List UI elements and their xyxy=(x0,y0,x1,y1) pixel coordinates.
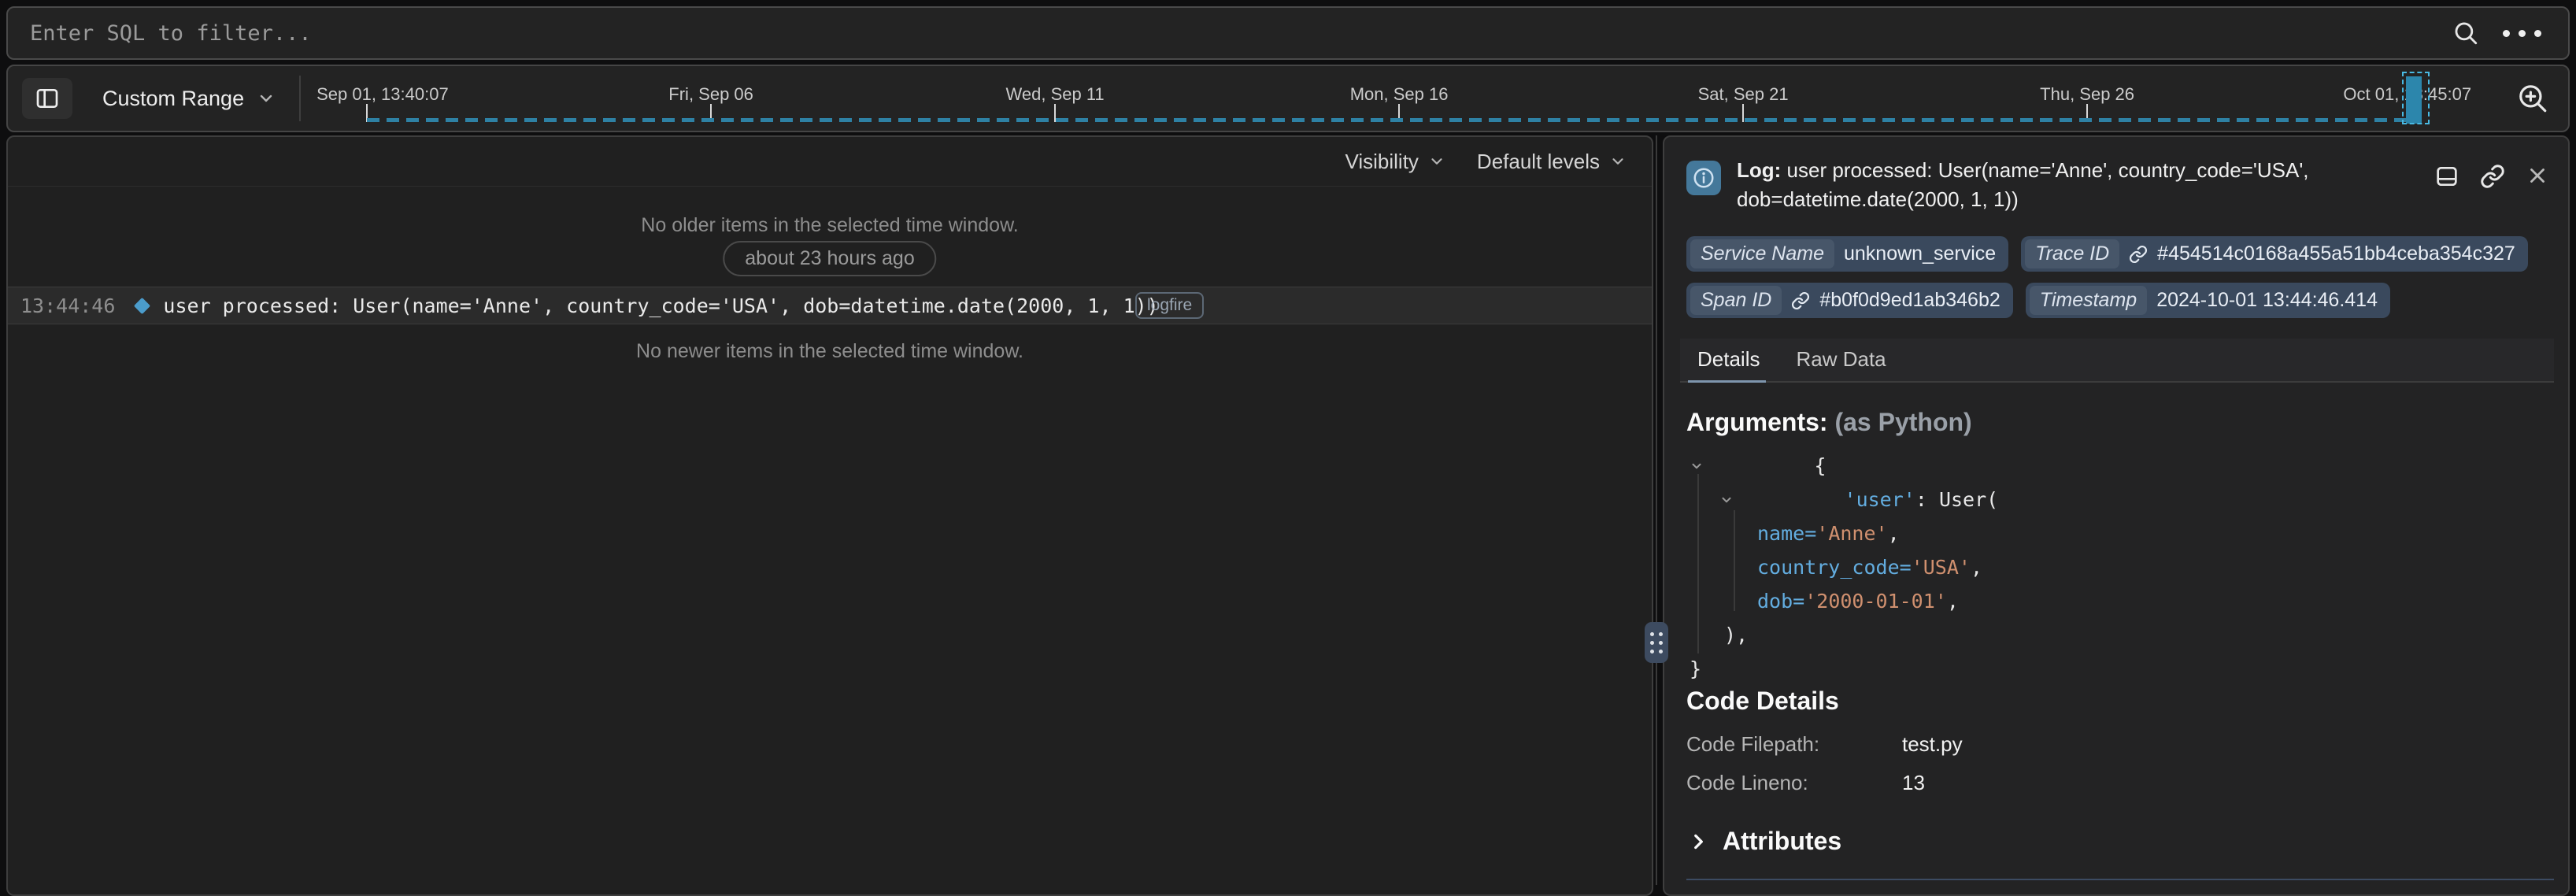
code-token: : xyxy=(1915,488,1939,511)
section-divider xyxy=(1686,879,2554,880)
sql-filter-input[interactable] xyxy=(8,21,2452,46)
code-key: dob= xyxy=(1757,590,1804,613)
no-older-items-note: No older items in the selected time wind… xyxy=(8,214,1652,237)
chevron-right-icon xyxy=(1688,831,1708,852)
badge-value: #454514c0168a455a51bb4ceba354c327 xyxy=(2157,243,2515,265)
timestamp-badge[interactable]: Timestamp 2024-10-01 13:44:46.414 xyxy=(2026,283,2390,318)
visibility-label: Visibility xyxy=(1345,150,1418,174)
log-list-panel: Visibility Default levels No older items… xyxy=(6,135,1653,896)
sidebar-toggle-button[interactable] xyxy=(22,78,72,119)
code-lineno-label: Code Lineno: xyxy=(1686,771,1902,795)
arguments-subheading: (as Python) xyxy=(1834,408,1971,436)
service-name-badge[interactable]: Service Name unknown_service xyxy=(1686,236,2008,272)
log-timestamp: 13:44:46 xyxy=(20,294,115,317)
log-tag-chip[interactable]: logfire xyxy=(1135,292,1204,319)
code-filepath-label: Code Filepath: xyxy=(1686,732,1902,757)
splitter-line xyxy=(1656,135,1657,885)
default-levels-dropdown[interactable]: Default levels xyxy=(1477,150,1627,174)
timeline-tick-label: Fri, Sep 06 xyxy=(668,84,753,105)
zoom-in-icon[interactable] xyxy=(2516,82,2549,115)
chevron-down-icon xyxy=(1428,153,1445,170)
badge-value: #b0f0d9ed1ab346b2 xyxy=(1819,289,2000,312)
panel-splitter[interactable] xyxy=(1650,135,1663,885)
detail-title: Log: user processed: User(name='Anne', c… xyxy=(1737,156,2430,214)
close-icon[interactable] xyxy=(2526,164,2549,214)
code-details-heading: Code Details xyxy=(1686,687,1839,716)
dock-panel-icon[interactable] xyxy=(2434,164,2459,214)
badge-label: Timestamp xyxy=(2030,286,2147,315)
timeline-histogram-baseline xyxy=(367,118,2422,122)
timeline-tick-label: Mon, Sep 16 xyxy=(1350,84,1449,105)
log-level-diamond-icon xyxy=(134,297,150,313)
timeline-bar: Custom Range Sep 01, 13:40:07 Fri, Sep 0… xyxy=(6,65,2570,132)
code-string: '2000-01-01' xyxy=(1804,590,1947,613)
badge-label: Service Name xyxy=(1690,239,1834,268)
log-list-toolbar: Visibility Default levels xyxy=(8,137,1652,187)
more-options-icon[interactable] xyxy=(2503,30,2541,37)
copy-link-icon[interactable] xyxy=(2480,164,2505,214)
sql-filter-bar xyxy=(6,6,2570,60)
code-string: 'USA' xyxy=(1912,556,1971,579)
timeline-tick-label: Wed, Sep 11 xyxy=(1006,84,1105,105)
detail-tabs: Details Raw Data xyxy=(1680,339,2554,383)
badge-label: Span ID xyxy=(1690,286,1782,315)
span-id-badge[interactable]: Span ID #b0f0d9ed1ab346b2 xyxy=(1686,283,2013,318)
timeline-start-label: Sep 01, 13:40:07 xyxy=(316,84,449,105)
timeline-selection-outline xyxy=(2402,72,2430,124)
attributes-section-toggle[interactable]: Attributes xyxy=(1688,827,1841,856)
detail-title-prefix: Log: xyxy=(1737,158,1781,182)
timeline-tick-label: Thu, Sep 26 xyxy=(2040,84,2134,105)
chevron-down-icon xyxy=(257,89,276,108)
code-key: name= xyxy=(1757,522,1816,545)
log-row[interactable]: 13:44:46 user processed: User(name='Anne… xyxy=(8,287,1652,324)
log-message: user processed: User(name='Anne', countr… xyxy=(163,294,1158,317)
info-icon xyxy=(1686,161,1721,195)
code-string: 'Anne' xyxy=(1816,522,1887,545)
no-newer-items-note: No newer items in the selected time wind… xyxy=(8,340,1652,363)
time-range-label: Custom Range xyxy=(102,87,244,111)
span-detail-panel: Log: user processed: User(name='Anne', c… xyxy=(1663,135,2570,896)
splitter-drag-handle[interactable] xyxy=(1645,622,1668,663)
trace-id-badge[interactable]: Trace ID #454514c0168a455a51bb4ceba354c3… xyxy=(2021,236,2528,272)
code-key: 'user' xyxy=(1845,488,1915,511)
chevron-down-icon xyxy=(1609,153,1627,170)
code-token: ), xyxy=(1724,624,1748,646)
time-range-selector[interactable]: Custom Range xyxy=(102,87,276,111)
timeline-tick-label: Sat, Sep 21 xyxy=(1698,84,1789,105)
default-levels-label: Default levels xyxy=(1477,150,1600,174)
relative-time-pill[interactable]: about 23 hours ago xyxy=(723,241,936,276)
badge-label: Trace ID xyxy=(2025,239,2119,268)
code-token: , xyxy=(1971,556,1982,579)
badge-value: unknown_service xyxy=(1844,243,1996,265)
link-icon[interactable] xyxy=(2129,245,2148,264)
code-lineno-value: 13 xyxy=(1902,771,1963,795)
search-icon[interactable] xyxy=(2452,20,2479,46)
detail-title-text: user processed: User(name='Anne', countr… xyxy=(1737,158,2309,211)
tab-details[interactable]: Details xyxy=(1697,347,1760,381)
badge-value: 2024-10-01 13:44:46.414 xyxy=(2156,289,2378,312)
code-token: , xyxy=(1947,590,1959,613)
attributes-heading: Attributes xyxy=(1723,827,1841,856)
link-icon[interactable] xyxy=(1791,291,1810,310)
tab-raw-data[interactable]: Raw Data xyxy=(1796,347,1886,381)
detail-header: Log: user processed: User(name='Anne', c… xyxy=(1686,156,2549,214)
code-token: , xyxy=(1888,522,1900,545)
code-details-table: Code Filepath: test.py Code Lineno: 13 xyxy=(1686,732,1963,795)
code-key: country_code= xyxy=(1757,556,1912,579)
panel-left-icon xyxy=(35,86,60,111)
visibility-dropdown[interactable]: Visibility xyxy=(1345,150,1445,174)
code-token: User( xyxy=(1939,488,1998,511)
arguments-code-tree: { 'user': User( name='Anne', country_cod… xyxy=(1686,449,2549,686)
metadata-badges: Service Name unknown_service Trace ID #4… xyxy=(1686,236,2549,318)
code-token: } xyxy=(1690,657,1701,680)
timeline-chart[interactable]: Sep 01, 13:40:07 Fri, Sep 06 Wed, Sep 11… xyxy=(301,66,2505,131)
code-filepath-value: test.py xyxy=(1902,732,1963,757)
